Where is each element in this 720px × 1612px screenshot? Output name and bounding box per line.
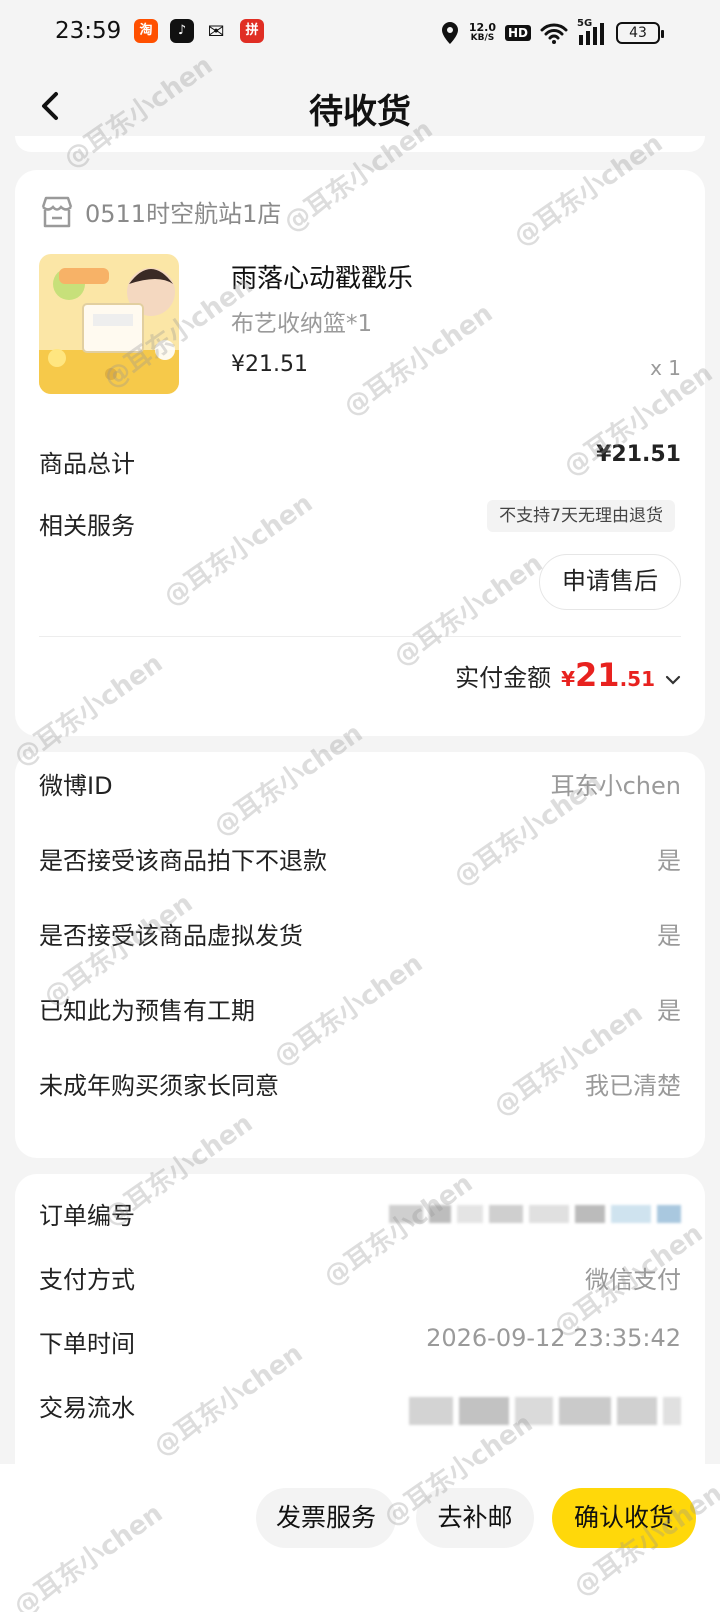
confirm-receipt-button[interactable]: 确认收货 <box>552 1488 696 1548</box>
info-row: 微博ID 耳东小chen <box>15 762 705 802</box>
transaction-redacted[interactable] <box>409 1394 681 1428</box>
order-time-label: 下单时间 <box>39 1330 135 1358</box>
info-label: 已知此为预售有工期 <box>39 997 255 1025</box>
order-number-label: 订单编号 <box>39 1202 135 1230</box>
shop-row[interactable]: 0511时空航站1店 <box>39 194 281 229</box>
wechat-app-icon: ✉ <box>207 19 225 43</box>
info-label: 未成年购买须家长同意 <box>39 1072 279 1100</box>
transaction-label: 交易流水 <box>39 1394 135 1422</box>
info-label: 是否接受该商品拍下不退款 <box>39 847 327 875</box>
total-value: ¥21.51 <box>596 442 681 467</box>
chevron-down-icon[interactable] <box>665 674 681 686</box>
product-spec: 布艺收纳篮*1 <box>231 311 373 337</box>
paid-amount: ¥21.51 <box>561 656 655 694</box>
network-speed: 12.0 KB/S <box>468 21 496 43</box>
pay-method-label: 支付方式 <box>39 1266 135 1294</box>
order-time-value: 2026-09-12 23:35:42 <box>426 1324 681 1352</box>
store-icon <box>41 196 73 227</box>
order-card: 0511时空航站1店 雨落心动戳戳乐 布艺收纳篮*1 ¥21.51 x 1 商品… <box>15 170 705 736</box>
location-icon <box>441 22 458 44</box>
product-title[interactable]: 雨落心动戳戳乐 <box>231 258 413 295</box>
nav-bar: 待收货 <box>0 66 720 146</box>
product-image[interactable] <box>39 254 179 394</box>
pinduoduo-app-icon: 拼 <box>240 19 264 43</box>
add-postage-button[interactable]: 去补邮 <box>416 1488 534 1548</box>
wifi-icon <box>540 23 568 44</box>
info-value: 是 <box>657 847 681 875</box>
info-value: 我已清楚 <box>585 1072 681 1100</box>
pay-method-row: 支付方式 微信支付 <box>15 1260 705 1300</box>
total-label: 商品总计 <box>39 450 135 478</box>
bottom-action-bar: 发票服务 去补邮 确认收货 <box>0 1464 720 1612</box>
page-title: 待收货 <box>309 92 411 132</box>
status-bar: 23:59 淘 ♪ ✉ 拼 12.0 KB/S HD 5G 43 <box>0 0 720 66</box>
product-quantity: x 1 <box>650 356 681 380</box>
info-row: 已知此为预售有工期 是 <box>15 987 705 1027</box>
shop-name: 0511时空航站1店 <box>85 200 282 228</box>
buyer-info-card: 微博ID 耳东小chen 是否接受该商品拍下不退款 是 是否接受该商品虚拟发货 … <box>15 752 705 1158</box>
order-number-redacted[interactable] <box>389 1202 681 1226</box>
taobao-app-icon: 淘 <box>134 19 158 43</box>
service-label: 相关服务 <box>39 512 135 540</box>
info-row: 是否接受该商品虚拟发货 是 <box>15 912 705 952</box>
info-label: 是否接受该商品虚拟发货 <box>39 922 303 950</box>
signal-icon: 5G <box>577 18 607 45</box>
info-value: 耳东小chen <box>550 772 681 800</box>
transaction-row: 交易流水 <box>15 1388 705 1428</box>
order-meta-card: 订单编号 支付方式 微信支付 下单时间 2026-09-12 23:35:42 … <box>15 1174 705 1464</box>
info-value: 是 <box>657 997 681 1025</box>
pay-method-value: 微信支付 <box>585 1266 681 1294</box>
order-time-row: 下单时间 2026-09-12 23:35:42 <box>15 1324 705 1364</box>
battery-icon: 43 <box>616 22 664 44</box>
product-price: ¥21.51 <box>231 352 308 377</box>
after-sale-button[interactable]: 申请售后 <box>539 554 681 610</box>
tiktok-app-icon: ♪ <box>170 19 194 43</box>
status-time: 23:59 <box>55 18 122 44</box>
paid-label: 实付金额 <box>455 664 552 692</box>
info-row: 是否接受该商品拍下不退款 是 <box>15 837 705 877</box>
service-badge: 不支持7天无理由退货 <box>487 500 675 532</box>
info-row: 未成年购买须家长同意 我已清楚 <box>15 1062 705 1102</box>
info-label: 微博ID <box>39 772 113 800</box>
divider <box>39 636 681 637</box>
invoice-service-button[interactable]: 发票服务 <box>256 1488 396 1548</box>
previous-card-edge <box>15 136 705 152</box>
hd-badge: HD <box>504 25 531 41</box>
paid-amount-row[interactable]: 实付金额 ¥21.51 <box>455 656 681 694</box>
order-number-row: 订单编号 <box>15 1196 705 1236</box>
info-value: 是 <box>657 922 681 950</box>
status-indicators: 12.0 KB/S HD 5G 43 <box>440 18 664 48</box>
